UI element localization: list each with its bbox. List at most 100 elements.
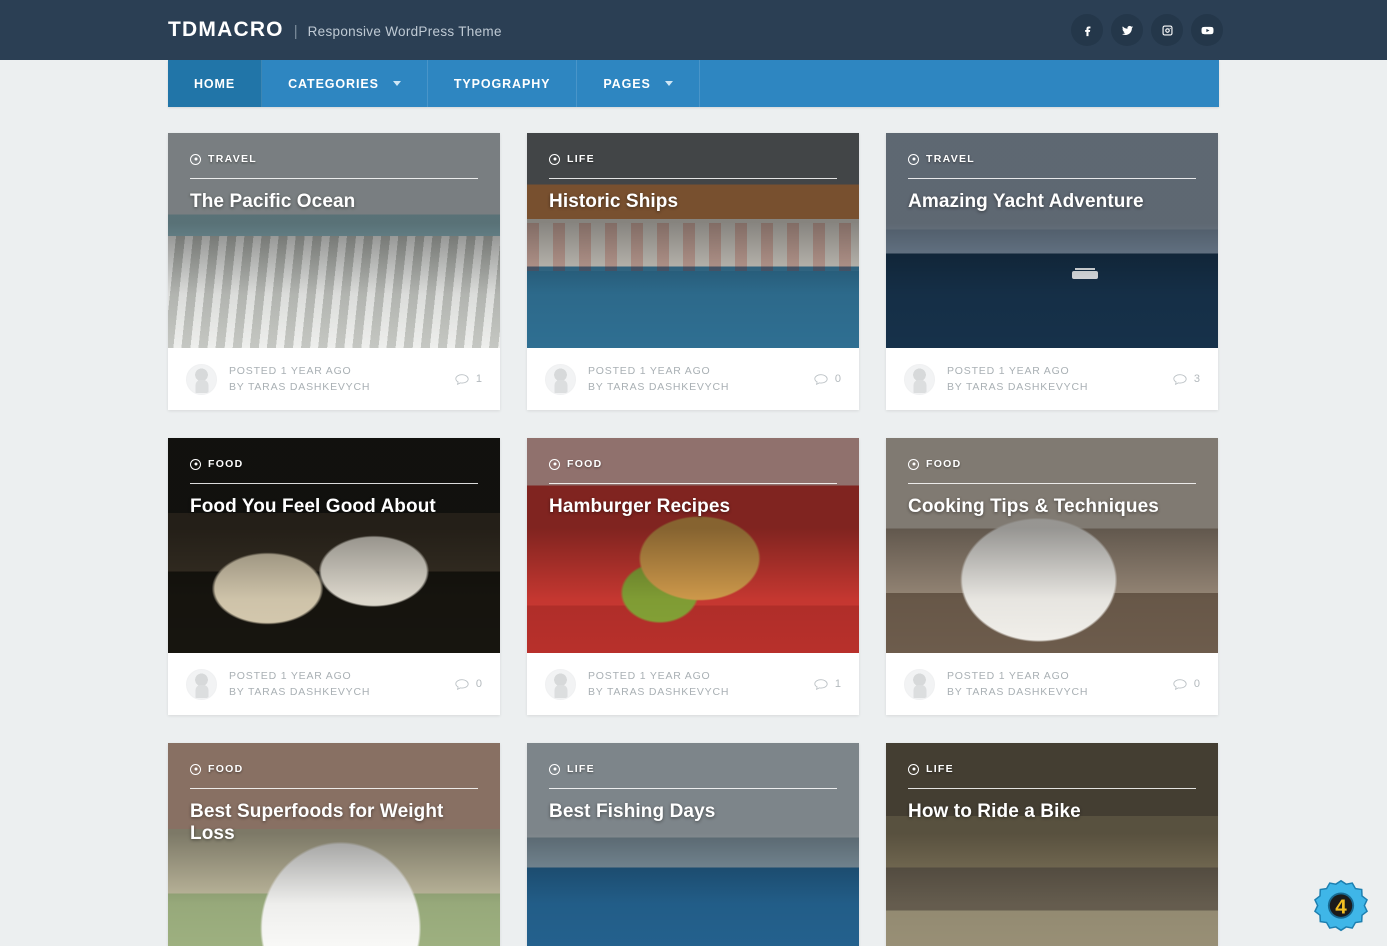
post-thumbnail[interactable]: LIFE How to Ride a Bike [886, 743, 1218, 946]
post-title[interactable]: Best Fishing Days [549, 801, 837, 823]
post-category[interactable]: LIFE [908, 763, 1196, 775]
post-category-label: LIFE [567, 763, 595, 775]
post-meta-text: POSTED 1 YEAR AGO BY TARAS DASHKEVYCH [229, 363, 443, 396]
post-date: POSTED 1 YEAR AGO [229, 669, 352, 682]
post-title[interactable]: Food You Feel Good About [190, 496, 478, 518]
comment-count-value: 0 [475, 678, 482, 690]
post-overlay: FOOD Hamburger Recipes [527, 438, 859, 518]
nav-item-categories[interactable]: CATEGORIES [262, 60, 428, 107]
post-overlay: FOOD Food You Feel Good About [168, 438, 500, 518]
nav-item-label: PAGES [603, 76, 651, 91]
avatar [545, 363, 576, 395]
post-title[interactable]: Best Superfoods for Weight Loss [190, 801, 478, 845]
post-date: POSTED 1 YEAR AGO [947, 364, 1070, 377]
comment-count[interactable]: 0 [1173, 678, 1200, 690]
post-category[interactable]: LIFE [549, 763, 837, 775]
comment-bubble-icon [455, 373, 469, 385]
post-category-label: FOOD [208, 763, 244, 775]
post-category-label: TRAVEL [926, 153, 976, 165]
post-card[interactable]: LIFE Historic Ships POSTED 1 YEAR AGO BY TA… [527, 133, 859, 410]
post-category[interactable]: FOOD [190, 458, 478, 470]
brand-block[interactable]: TDMACRO | Responsive WordPress Theme [168, 18, 502, 42]
post-title[interactable]: Historic Ships [549, 191, 837, 213]
post-meta-text: POSTED 1 YEAR AGO BY TARAS DASHKEVYCH [947, 668, 1161, 701]
avatar [904, 363, 935, 395]
post-thumbnail[interactable]: FOOD Hamburger Recipes [527, 438, 859, 653]
avatar [545, 668, 576, 700]
post-category[interactable]: LIFE [549, 153, 837, 165]
post-title[interactable]: Cooking Tips & Techniques [908, 496, 1196, 518]
post-category-label: FOOD [208, 458, 244, 470]
nav-item-pages[interactable]: PAGES [577, 60, 700, 107]
title-divider [908, 483, 1196, 484]
post-thumbnail[interactable]: LIFE Historic Ships [527, 133, 859, 348]
post-category-label: FOOD [926, 458, 962, 470]
post-meta: POSTED 1 YEAR AGO BY TARAS DASHKEVYCH 0 [886, 653, 1218, 715]
nav-item-home[interactable]: HOME [168, 60, 263, 107]
post-author: BY TARAS DASHKEVYCH [229, 381, 371, 393]
post-thumbnail[interactable]: TRAVEL The Pacific Ocean [168, 133, 500, 348]
post-category-label: LIFE [567, 153, 595, 165]
comment-count[interactable]: 0 [814, 373, 841, 385]
post-title[interactable]: Amazing Yacht Adventure [908, 191, 1196, 213]
comment-bubble-icon [1173, 678, 1187, 690]
comment-count[interactable]: 0 [455, 678, 482, 690]
nav-item-typography[interactable]: TYPOGRAPHY [428, 60, 578, 107]
comment-bubble-icon [814, 678, 828, 690]
nav-item-label: HOME [194, 76, 236, 91]
title-divider [190, 178, 478, 179]
post-overlay: TRAVEL The Pacific Ocean [168, 133, 500, 213]
post-category-label: FOOD [567, 458, 603, 470]
post-overlay: LIFE How to Ride a Bike [886, 743, 1218, 823]
comment-count[interactable]: 1 [814, 678, 841, 690]
comment-count[interactable]: 3 [1173, 373, 1200, 385]
title-divider [190, 483, 478, 484]
post-card[interactable]: TRAVEL The Pacific Ocean POSTED 1 YEAR AGO… [168, 133, 500, 410]
post-grid: TRAVEL The Pacific Ocean POSTED 1 YEAR AGO… [0, 133, 1218, 946]
post-title[interactable]: Hamburger Recipes [549, 496, 837, 518]
comment-bubble-icon [814, 373, 828, 385]
gear-badge-icon[interactable]: 4 [1311, 878, 1371, 938]
post-author: BY TARAS DASHKEVYCH [588, 686, 730, 698]
post-category[interactable]: FOOD [908, 458, 1196, 470]
post-category[interactable]: FOOD [190, 763, 478, 775]
main-navigation-wrap: HOME CATEGORIES TYPOGRAPHY PAGES [0, 60, 1387, 107]
post-author: BY TARAS DASHKEVYCH [229, 686, 371, 698]
post-card[interactable]: LIFEHow to Ride a BikePOSTED 1 YEAR AGOB… [886, 743, 1218, 946]
post-category[interactable]: TRAVEL [908, 153, 1196, 165]
post-thumbnail[interactable]: TRAVEL Amazing Yacht Adventure [886, 133, 1218, 348]
post-thumbnail[interactable]: FOOD Cooking Tips & Techniques [886, 438, 1218, 653]
post-author: BY TARAS DASHKEVYCH [947, 381, 1089, 393]
title-divider [190, 788, 478, 789]
post-category[interactable]: TRAVEL [190, 153, 478, 165]
comment-count-value: 3 [1193, 373, 1200, 385]
post-date: POSTED 1 YEAR AGO [947, 669, 1070, 682]
post-meta: POSTED 1 YEAR AGO BY TARAS DASHKEVYCH 3 [886, 348, 1218, 410]
category-dot-icon [190, 458, 201, 470]
post-date: POSTED 1 YEAR AGO [588, 669, 711, 682]
twitter-icon[interactable] [1111, 14, 1143, 46]
post-card[interactable]: FOOD Cooking Tips & Techniques POSTED 1 YE… [886, 438, 1218, 715]
post-category[interactable]: FOOD [549, 458, 837, 470]
post-title[interactable]: The Pacific Ocean [190, 191, 478, 213]
site-logo-text: TDMACRO [168, 18, 284, 41]
title-divider [549, 788, 837, 789]
instagram-icon[interactable] [1151, 14, 1183, 46]
post-card[interactable]: FOOD Hamburger Recipes POSTED 1 YEAR AGO BY… [527, 438, 859, 715]
post-thumbnail[interactable]: LIFE Best Fishing Days [527, 743, 859, 946]
youtube-icon[interactable] [1191, 14, 1223, 46]
category-dot-icon [549, 153, 560, 165]
post-card[interactable]: FOOD Food You Feel Good About POSTED 1 YEA… [168, 438, 500, 715]
post-meta-text: POSTED 1 YEAR AGO BY TARAS DASHKEVYCH [588, 668, 802, 701]
post-card[interactable]: TRAVEL Amazing Yacht Adventure POSTED 1 YE… [886, 133, 1218, 410]
post-card[interactable]: LIFEBest Fishing DaysPOSTED 1 YEAR AGOBY… [527, 743, 859, 946]
category-dot-icon [549, 763, 560, 775]
facebook-icon[interactable] [1071, 14, 1103, 46]
comment-count[interactable]: 1 [455, 373, 482, 385]
post-title[interactable]: How to Ride a Bike [908, 801, 1196, 823]
post-thumbnail[interactable]: FOOD Food You Feel Good About [168, 438, 500, 653]
post-meta-text: POSTED 1 YEAR AGO BY TARAS DASHKEVYCH [229, 668, 443, 701]
post-date: POSTED 1 YEAR AGO [229, 364, 352, 377]
post-thumbnail[interactable]: FOOD Best Superfoods for Weight Loss [168, 743, 500, 946]
post-card[interactable]: FOODBest Superfoods for Weight LossPOSTE… [168, 743, 500, 946]
